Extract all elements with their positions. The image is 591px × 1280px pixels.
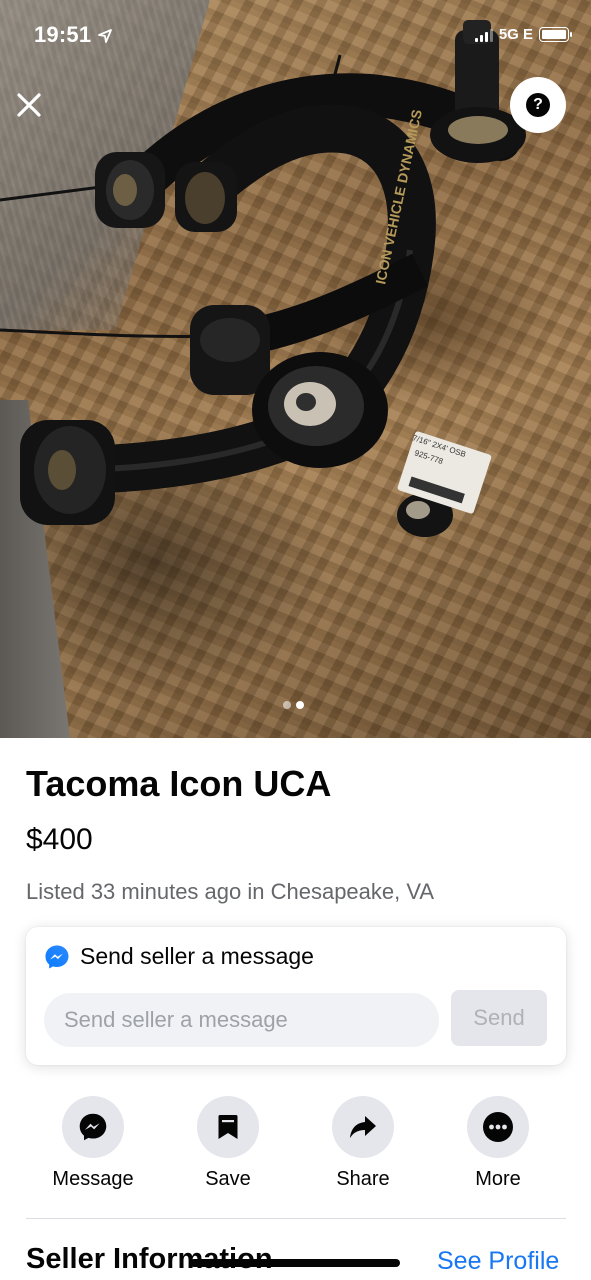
share-action-button[interactable]: Share (303, 1096, 423, 1191)
more-action-label: More (475, 1168, 521, 1190)
home-indicator[interactable] (190, 1259, 400, 1267)
bookmark-icon (218, 1115, 238, 1139)
location-arrow-icon (98, 29, 112, 43)
close-button[interactable] (12, 88, 46, 122)
save-action-button[interactable]: Save (168, 1096, 288, 1191)
more-action-button[interactable]: More (438, 1096, 558, 1191)
message-action-button[interactable]: Message (33, 1096, 153, 1191)
signal-icon (474, 28, 493, 42)
control-arm-image: ICON VEHICLE DYNAMICS 7/16" 2X4' OSB 925… (0, 20, 526, 537)
listing-time-location: Listed 33 minutes ago in Chesapeake, VA (26, 879, 435, 904)
pagination-dot (283, 701, 291, 709)
messenger-icon (79, 1113, 107, 1141)
listing-price: $400 (26, 823, 93, 856)
question-icon: ? (526, 93, 550, 117)
photo-pagination (283, 701, 304, 709)
section-divider (26, 1218, 566, 1219)
share-action-circle (332, 1096, 394, 1158)
more-dots-icon (483, 1112, 513, 1142)
battery-icon (539, 27, 572, 42)
message-input[interactable] (44, 993, 439, 1047)
message-action-label: Message (52, 1168, 134, 1190)
messenger-icon (45, 945, 69, 968)
message-card-heading: Send seller a message (80, 943, 314, 969)
listing-title: Tacoma Icon UCA (26, 763, 332, 804)
action-bar: Message Save Share More (0, 1096, 591, 1196)
see-profile-link[interactable]: See Profile (437, 1247, 559, 1276)
send-button[interactable]: Send (451, 990, 547, 1046)
help-button[interactable]: ? (510, 77, 566, 133)
network-type: 5G E (498, 26, 533, 43)
message-action-circle (62, 1096, 124, 1158)
save-action-circle (197, 1096, 259, 1158)
share-action-label: Share (336, 1168, 390, 1190)
more-action-circle (467, 1096, 529, 1158)
listing-photo[interactable]: ICON VEHICLE DYNAMICS 7/16" 2X4' OSB 925… (0, 0, 591, 738)
message-card-header: Send seller a message (44, 943, 314, 970)
message-seller-card: Send seller a message Send (26, 927, 566, 1065)
close-icon (17, 93, 41, 117)
pagination-dot-active (296, 701, 304, 709)
share-arrow-icon (350, 1116, 376, 1138)
save-action-label: Save (205, 1168, 251, 1190)
status-indicators: 5G E (474, 26, 572, 43)
status-time: 19:51 (34, 22, 92, 47)
